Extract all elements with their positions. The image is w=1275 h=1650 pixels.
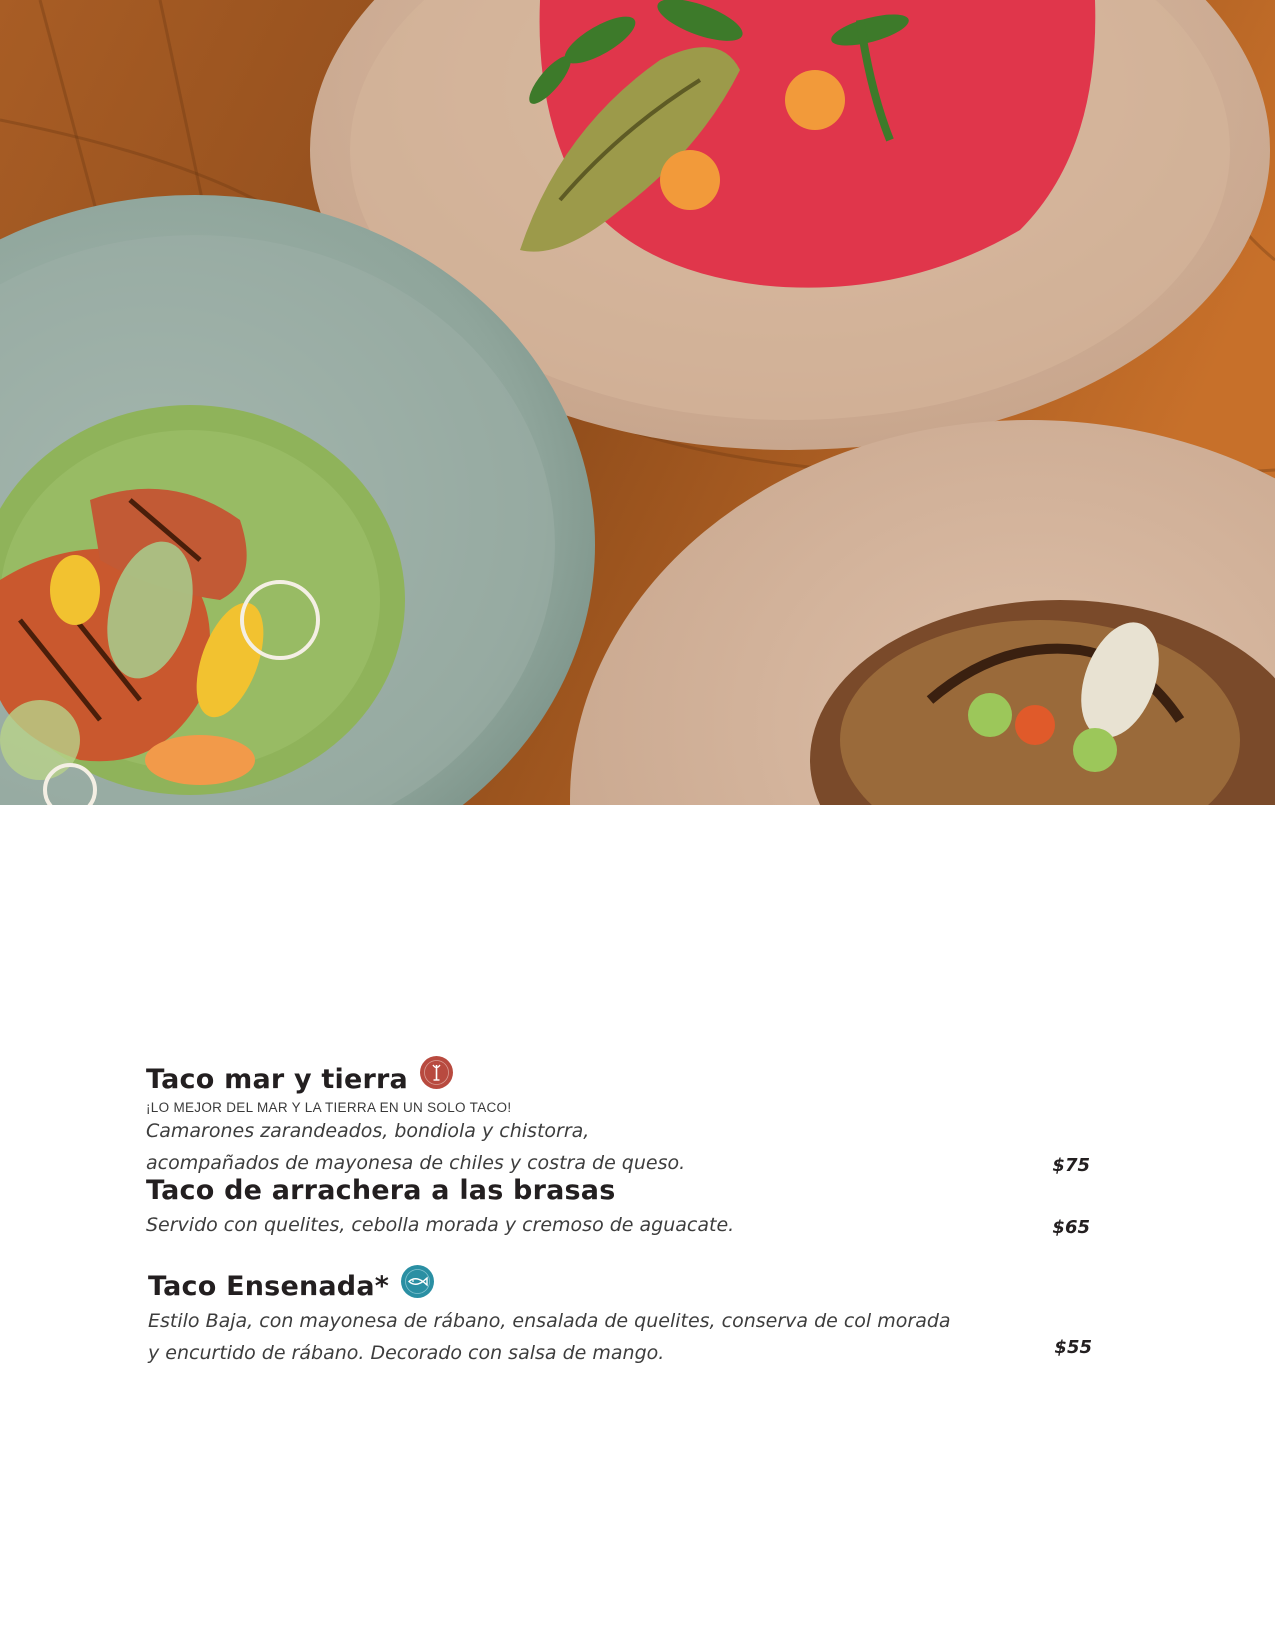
item-description: Camarones zarandeados, bondiola y chisto… [146,1115,1006,1179]
item-price: $55 [1054,1337,1092,1358]
description-line: Camarones zarandeados, bondiola y chisto… [146,1120,590,1142]
fish-icon [401,1264,435,1298]
item-description: Servido con quelites, cebolla morada y c… [146,1209,1006,1241]
menu-item: Taco Ensenada* Estilo Baja, con mayonesa… [148,1264,1096,1379]
menu-section: Taco mar y tierra ¡LO MEJOR DEL MAR Y LA… [146,1055,1096,1379]
description-line: y encurtido de rábano. Decorado con sals… [148,1342,665,1364]
food-photo-illustration [0,0,1275,805]
shrimp-icon [419,1055,453,1089]
item-price: $65 [1052,1217,1090,1238]
item-title: Taco mar y tierra [146,1064,408,1095]
hero-food-photo [0,0,1275,805]
description-line: Servido con quelites, cebolla morada y c… [146,1214,735,1236]
item-title: Taco Ensenada* [148,1271,390,1302]
item-tagline: ¡LO MEJOR DEL MAR Y LA TIERRA EN UN SOLO… [146,1100,512,1115]
description-line: Estilo Baja, con mayonesa de rábano, ens… [148,1310,951,1332]
item-title: Taco de arrachera a las brasas [146,1175,616,1206]
item-description: Estilo Baja, con mayonesa de rábano, ens… [148,1305,1048,1369]
menu-item: Taco de arrachera a las brasas Servido c… [146,1173,1096,1269]
